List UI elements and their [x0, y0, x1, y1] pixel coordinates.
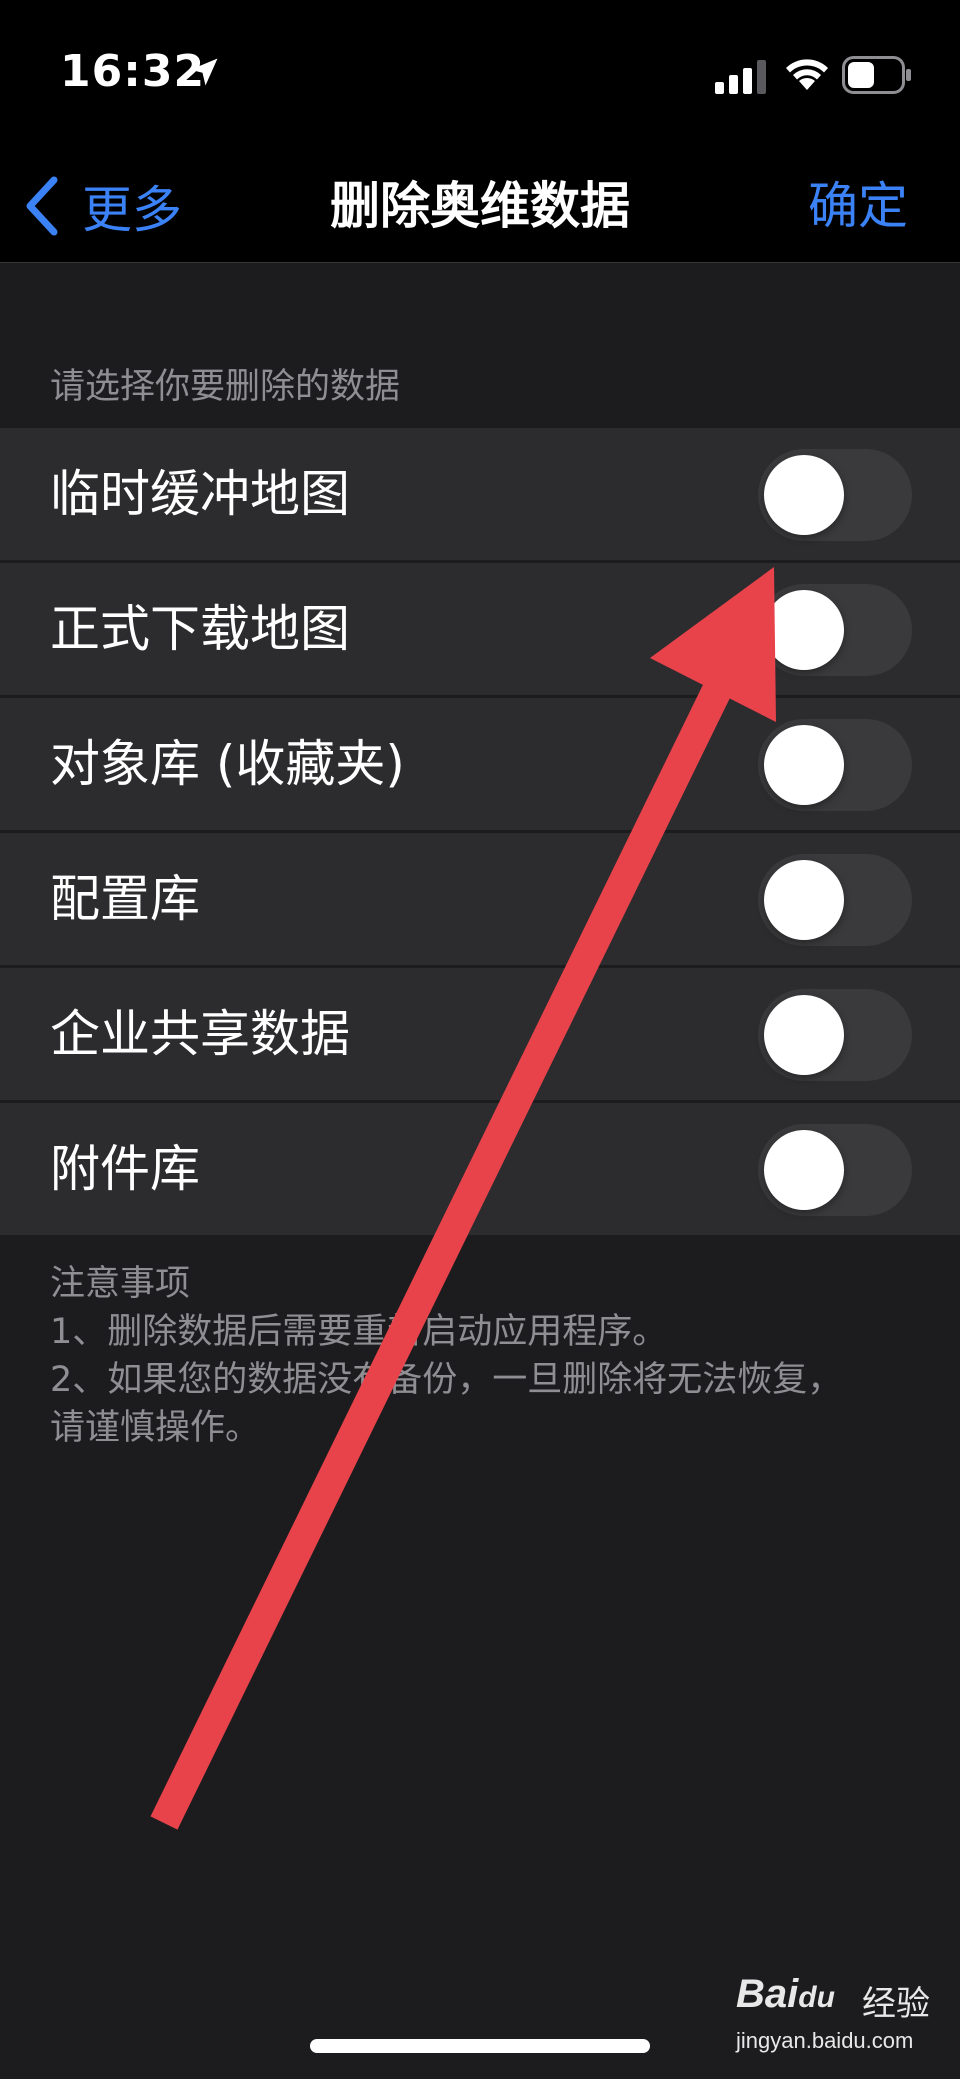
toggle-knob [764, 995, 844, 1075]
notes-title: 注意事项 [50, 1264, 191, 1304]
row-label: 配置库 [50, 870, 200, 928]
battery-icon [842, 56, 911, 94]
row-label: 对象库 (收藏夹) [50, 735, 405, 793]
toggle-switch[interactable] [758, 854, 912, 946]
toggle-knob [764, 455, 844, 535]
toggle-switch[interactable] [758, 719, 912, 811]
watermark-text: 经验 [862, 1984, 930, 2024]
list-item-object-library: 对象库 (收藏夹) [0, 698, 960, 830]
watermark-url: jingyan.baidu.com [736, 2028, 914, 2053]
watermark-logo: Baidu [736, 1972, 835, 2016]
notes-line: 1、删除数据后需要重新启动应用程序。 [50, 1312, 668, 1352]
toggle-knob [764, 860, 844, 940]
notes: 注意事项 1、删除数据后需要重新启动应用程序。 2、如果您的数据没有备份，一旦删… [50, 1260, 850, 1452]
toggle-knob [764, 1130, 844, 1210]
location-arrow-icon [190, 58, 218, 86]
toggle-switch[interactable] [758, 1124, 912, 1216]
confirm-button[interactable]: 确定 [808, 166, 908, 246]
row-label: 正式下载地图 [50, 600, 350, 658]
navigation-bar: 更多 删除奥维数据 确定 [0, 150, 960, 263]
section-header: 请选择你要删除的数据 [50, 367, 401, 407]
toggle-knob [764, 725, 844, 805]
toggle-switch[interactable] [758, 584, 912, 676]
home-indicator[interactable] [310, 2039, 650, 2053]
status-time: 16:32 [60, 46, 206, 97]
list-item-config-library: 配置库 [0, 833, 960, 965]
status-bar: 16:32 [0, 0, 960, 150]
list-item-enterprise-shared-data: 企业共享数据 [0, 968, 960, 1100]
list-item-downloaded-map: 正式下载地图 [0, 563, 960, 695]
cellular-signal-icon [715, 60, 766, 94]
data-options-list: 临时缓冲地图 正式下载地图 对象库 (收藏夹) 配置库 企业共享数据 附件库 [0, 428, 960, 1235]
toggle-knob [764, 590, 844, 670]
list-item-temp-cache-map: 临时缓冲地图 [0, 428, 960, 560]
row-label: 附件库 [50, 1140, 200, 1198]
watermark: Baidu 经验 jingyan.baidu.com [736, 1972, 946, 2062]
wifi-icon [786, 59, 828, 90]
row-label: 临时缓冲地图 [50, 465, 350, 523]
toggle-switch[interactable] [758, 989, 912, 1081]
paw-icon: du [798, 1981, 835, 2014]
toggle-switch[interactable] [758, 449, 912, 541]
row-label: 企业共享数据 [50, 1005, 350, 1063]
notes-line: 2、如果您的数据没有备份，一旦删除将无法恢复，请谨慎操作。 [50, 1360, 843, 1448]
list-item-attachment-library: 附件库 [0, 1103, 960, 1235]
